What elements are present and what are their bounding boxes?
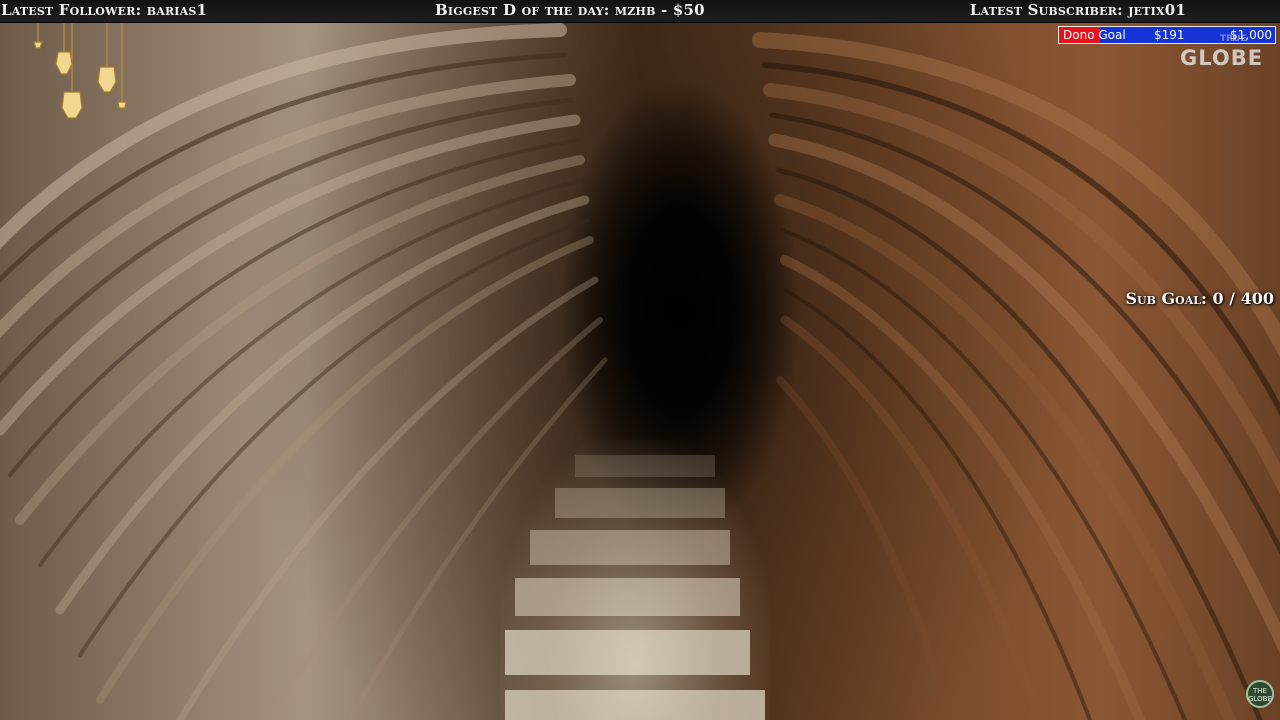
donation-goal-current: $191 xyxy=(1154,28,1185,42)
latest-follower-text: Latest Follower: barias1 xyxy=(1,1,208,19)
stream-overlay: Latest Follower: barias1 Biggest D of th… xyxy=(0,0,1280,720)
channel-logo-small-text: TRUE xyxy=(1220,34,1247,44)
globe-badge-icon: THE GLOBE xyxy=(1246,680,1274,708)
latest-subscriber-text: Latest Subscriber: jetix01 xyxy=(969,1,1186,19)
globe-badge-text: THE GLOBE xyxy=(1248,687,1272,703)
stair-light xyxy=(500,440,770,720)
hanging-lanterns-icon xyxy=(33,22,127,119)
stream-info-bar: Latest Follower: barias1 Biggest D of th… xyxy=(0,0,1280,23)
channel-logo: TRUE GLOBE xyxy=(1180,34,1264,70)
sub-goal-text: Sub Goal: 0 / 400 xyxy=(1125,289,1274,308)
brick-tunnel-background xyxy=(0,0,1280,720)
biggest-donation-text: Biggest D of the day: mzhb - $50 xyxy=(435,1,705,19)
channel-logo-text: GLOBE xyxy=(1180,46,1264,70)
donation-goal-label: Dono Goal xyxy=(1063,28,1126,42)
